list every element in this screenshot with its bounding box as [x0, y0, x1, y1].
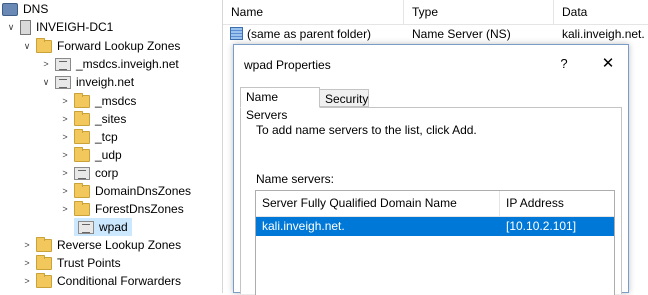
- tab-security[interactable]: Security: [319, 89, 369, 107]
- folder-icon: [74, 110, 90, 126]
- folder-icon: [36, 254, 52, 270]
- zone-icon: [78, 220, 94, 234]
- record-type: Name Server (NS): [412, 27, 511, 41]
- tree-item-label: corp: [95, 166, 119, 180]
- chevron-right-icon[interactable]: >: [60, 128, 70, 146]
- chevron-right-icon[interactable]: >: [60, 200, 70, 218]
- column-header-ip[interactable]: IP Address: [500, 191, 614, 216]
- tab-name-servers[interactable]: Name Servers: [240, 87, 320, 122]
- chevron-right-icon[interactable]: >: [22, 236, 32, 254]
- folder-icon: [74, 92, 90, 108]
- zone-icon: [55, 75, 71, 89]
- tree-item-conditional-forwarders[interactable]: > Conditional Forwarders: [22, 272, 181, 290]
- ns-ip: [10.10.2.101]: [506, 219, 577, 233]
- table-row[interactable]: (same as parent folder) Name Server (NS)…: [223, 24, 648, 44]
- chevron-down-icon[interactable]: ∨: [41, 73, 51, 91]
- folder-icon: [74, 146, 90, 162]
- chevron-right-icon[interactable]: >: [60, 164, 70, 182]
- chevron-right-icon[interactable]: >: [60, 182, 70, 200]
- tree-item-label: inveigh.net: [76, 75, 135, 89]
- chevron-right-icon[interactable]: >: [22, 272, 32, 290]
- tree-item-sites[interactable]: > _sites: [60, 110, 126, 128]
- column-header-name[interactable]: Name: [223, 0, 404, 24]
- folder-icon: [74, 182, 90, 198]
- tab-panel-name-servers: To add name servers to the list, click A…: [240, 107, 622, 295]
- tree-item-label: Forward Lookup Zones: [57, 39, 181, 53]
- tree-item-reverse-lookup-zones[interactable]: > Reverse Lookup Zones: [22, 236, 181, 254]
- tree-item-udp[interactable]: > _udp: [60, 146, 122, 164]
- close-button[interactable]: ✕: [598, 54, 618, 74]
- tree-item-label: _sites: [95, 112, 127, 126]
- record-icon: [230, 27, 243, 40]
- tree-item-trust-points[interactable]: > Trust Points: [22, 254, 121, 272]
- record-name: (same as parent folder): [247, 27, 372, 41]
- instruction-text: To add name servers to the list, click A…: [256, 123, 477, 137]
- folder-icon: [74, 128, 90, 144]
- folder-icon: [36, 37, 52, 53]
- tree-item-domaindnszones[interactable]: > DomainDnsZones: [60, 182, 191, 200]
- tree-item-label: Trust Points: [57, 256, 121, 270]
- tree-item-forestdnszones[interactable]: > ForestDnsZones: [60, 200, 184, 218]
- list-header: Name Type Data: [223, 0, 648, 25]
- ns-list-header: Server Fully Qualified Domain Name (FQDN…: [256, 191, 614, 235]
- tree-item-label: _udp: [95, 148, 122, 162]
- chevron-right-icon[interactable]: >: [22, 254, 32, 272]
- chevron-down-icon[interactable]: ∨: [22, 37, 32, 55]
- chevron-down-icon[interactable]: ∨: [6, 18, 16, 36]
- tree-item-label: Reverse Lookup Zones: [57, 238, 182, 252]
- chevron-right-icon[interactable]: >: [60, 146, 70, 164]
- tree-item-label: wpad: [99, 220, 128, 234]
- ns-fqdn: kali.inveigh.net.: [262, 219, 345, 233]
- tree-item-label: _msdcs: [95, 94, 137, 108]
- tree-item-msdcs[interactable]: > _msdcs: [60, 92, 136, 110]
- folder-icon: [36, 272, 52, 288]
- name-servers-list[interactable]: Server Fully Qualified Domain Name (FQDN…: [255, 190, 615, 295]
- wpad-properties-dialog: wpad Properties ? ✕ Name Servers Securit…: [233, 44, 629, 295]
- chevron-right-icon[interactable]: >: [41, 55, 51, 73]
- folder-icon: [36, 236, 52, 252]
- record-data: kali.inveigh.net.: [562, 27, 645, 41]
- column-header-type[interactable]: Type: [404, 0, 554, 24]
- table-row[interactable]: kali.inveigh.net. [10.10.2.101]: [256, 217, 614, 236]
- tree-item-label: _msdcs.inveigh.net: [76, 57, 179, 71]
- tree-item-wpad[interactable]: wpad: [74, 218, 132, 236]
- column-header-data[interactable]: Data: [554, 0, 648, 24]
- tree-item-msdcs-inveigh-net[interactable]: > _msdcs.inveigh.net: [41, 55, 179, 73]
- folder-icon: [74, 200, 90, 216]
- tree-item-dns[interactable]: DNS: [2, 0, 48, 18]
- name-servers-label: Name servers:: [256, 172, 335, 186]
- tree-item-label: DomainDnsZones: [95, 184, 192, 198]
- dialog-title: wpad Properties: [244, 58, 331, 72]
- console-tree: DNS ∨ INVEIGH-DC1 ∨ Forward Lookup Zones…: [0, 0, 222, 293]
- server-icon: [20, 19, 31, 35]
- dns-root-icon: [2, 2, 18, 16]
- column-header-fqdn[interactable]: Server Fully Qualified Domain Name (FQDN…: [256, 191, 500, 235]
- tree-item-label: _tcp: [95, 130, 118, 144]
- zone-icon: [55, 57, 71, 71]
- tree-item-inveigh-dc1[interactable]: ∨ INVEIGH-DC1: [6, 18, 113, 36]
- tree-item-tcp[interactable]: > _tcp: [60, 128, 118, 146]
- chevron-right-icon[interactable]: >: [60, 92, 70, 110]
- tree-item-label: DNS: [23, 2, 49, 16]
- tree-item-forward-lookup-zones[interactable]: ∨ Forward Lookup Zones: [22, 37, 180, 55]
- zone-icon: [74, 166, 90, 180]
- tree-item-label: INVEIGH-DC1: [36, 20, 114, 34]
- chevron-right-icon[interactable]: >: [60, 110, 70, 128]
- tree-item-label: Conditional Forwarders: [57, 274, 182, 288]
- tree-item-label: ForestDnsZones: [95, 202, 184, 216]
- tree-item-inveigh-net[interactable]: ∨ inveigh.net: [41, 73, 134, 91]
- tree-item-corp[interactable]: > corp: [60, 164, 118, 182]
- help-button[interactable]: ?: [554, 54, 574, 74]
